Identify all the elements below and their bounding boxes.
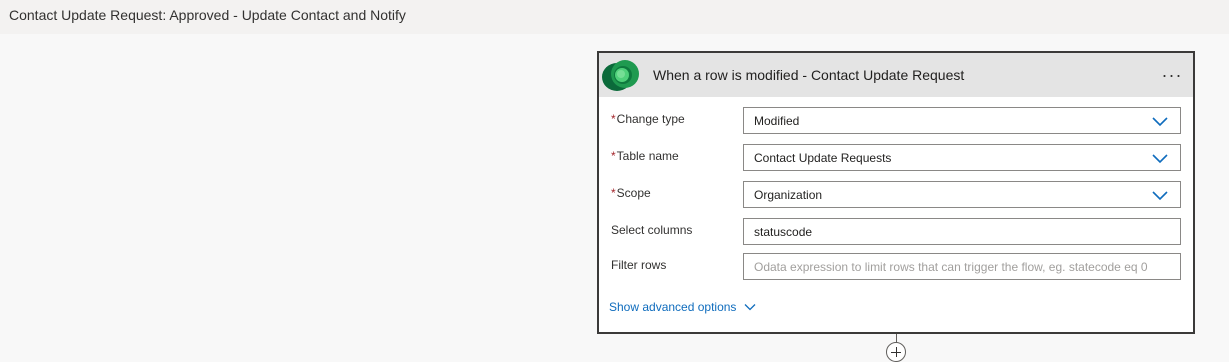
flow-header: Contact Update Request: Approved - Updat… xyxy=(0,0,1229,34)
scope-value: Organization xyxy=(754,187,823,202)
change-type-dropdown[interactable]: Modified xyxy=(743,107,1181,134)
table-name-value: Contact Update Requests xyxy=(754,150,892,165)
chevron-down-icon xyxy=(1152,117,1168,127)
filter-rows-label: Filter rows xyxy=(611,258,667,272)
table-name-dropdown[interactable]: Contact Update Requests xyxy=(743,144,1181,171)
flow-title: Contact Update Request: Approved - Updat… xyxy=(9,7,406,23)
trigger-card-header[interactable]: When a row is modified - Contact Update … xyxy=(599,53,1193,97)
change-type-row: *Change type Modified xyxy=(599,107,1193,135)
change-type-label: *Change type xyxy=(611,112,685,126)
scope-label: *Scope xyxy=(611,186,651,200)
trigger-title[interactable]: When a row is modified - Contact Update … xyxy=(653,67,964,83)
dataverse-logo-icon xyxy=(601,57,645,93)
select-columns-row: Select columns xyxy=(599,218,1193,246)
required-marker: * xyxy=(611,186,616,200)
chevron-down-icon xyxy=(1152,154,1168,164)
chevron-down-icon xyxy=(744,304,756,311)
trigger-card[interactable]: When a row is modified - Contact Update … xyxy=(597,51,1195,334)
show-advanced-options-link[interactable]: Show advanced options xyxy=(609,300,756,314)
required-marker: * xyxy=(611,149,616,163)
filter-rows-input[interactable] xyxy=(743,253,1181,280)
table-name-row: *Table name Contact Update Requests xyxy=(599,144,1193,172)
select-columns-input[interactable] xyxy=(743,218,1181,245)
required-marker: * xyxy=(611,112,616,126)
scope-row: *Scope Organization xyxy=(599,181,1193,209)
chevron-down-icon xyxy=(1152,191,1168,201)
show-advanced-options-label: Show advanced options xyxy=(609,300,737,314)
change-type-value: Modified xyxy=(754,113,800,128)
scope-dropdown[interactable]: Organization xyxy=(743,181,1181,208)
more-options-button[interactable]: ··· xyxy=(1157,63,1187,87)
table-name-label: *Table name xyxy=(611,149,679,163)
filter-rows-row: Filter rows xyxy=(599,253,1193,281)
add-step-icon[interactable] xyxy=(886,342,906,362)
select-columns-label: Select columns xyxy=(611,223,693,237)
